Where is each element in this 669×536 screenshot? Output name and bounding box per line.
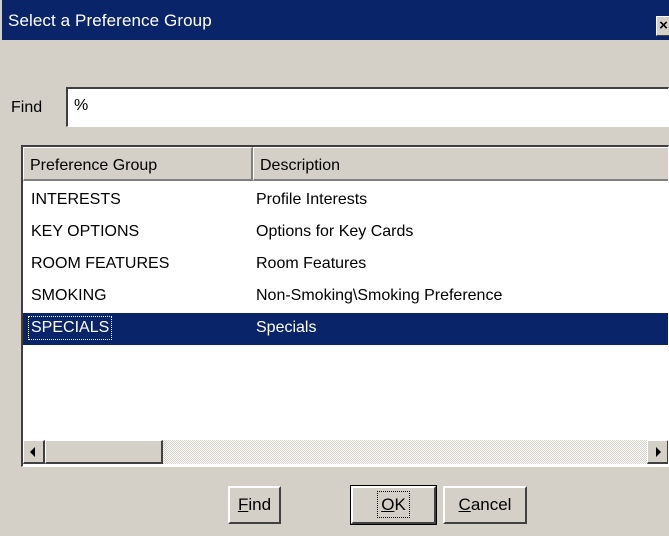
find-input[interactable]: % [66, 87, 669, 127]
column-header-description[interactable]: Description [253, 147, 668, 181]
column-header-preference-group[interactable]: Preference Group [23, 147, 253, 181]
arrow-right-icon [656, 447, 661, 457]
preference-group-table[interactable]: Preference Group Description INTERESTS P… [21, 145, 669, 467]
close-icon: × [659, 17, 668, 34]
scroll-right-button[interactable] [647, 440, 668, 464]
cancel-button-label: ancel [470, 495, 512, 514]
cell-preference-group: ROOM FEATURES [31, 255, 170, 272]
title-bar[interactable]: Select a Preference Group × [2, 0, 669, 40]
cell-preference-group: SMOKING [31, 287, 107, 304]
scroll-left-button[interactable] [23, 440, 45, 464]
cell-description: Room Features [256, 255, 367, 272]
find-button-label: ind [248, 495, 272, 514]
ok-button-focus: OK [377, 491, 410, 518]
close-button[interactable]: × [656, 16, 669, 36]
ok-button-label: K [394, 495, 406, 514]
window-title: Select a Preference Group [8, 11, 212, 30]
cancel-button[interactable]: Cancel [443, 486, 527, 524]
cancel-button-mnemonic: C [458, 495, 471, 514]
cell-description: Specials [256, 319, 317, 336]
table-row[interactable]: ROOM FEATURES Room Features [23, 249, 668, 281]
cell-preference-group: SPECIALS [27, 316, 113, 340]
cell-description: Options for Key Cards [256, 223, 414, 240]
arrow-left-icon [30, 447, 35, 457]
horizontal-scrollbar[interactable] [23, 440, 668, 464]
cell-description: Profile Interests [256, 191, 368, 208]
find-button-mnemonic: F [237, 495, 249, 514]
cell-description: Non-Smoking\Smoking Preference [256, 287, 503, 304]
table-row[interactable]: INTERESTS Profile Interests [23, 185, 668, 217]
table-body: INTERESTS Profile Interests KEY OPTIONS … [23, 185, 668, 345]
find-label: Find [11, 99, 43, 116]
table-row-selected[interactable]: SPECIALS Specials [23, 313, 668, 345]
table-header: Preference Group Description [23, 147, 668, 181]
cell-preference-group: INTERESTS [31, 191, 121, 208]
find-button[interactable]: Find [228, 486, 281, 524]
scrollbar-thumb[interactable] [45, 440, 163, 464]
table-row[interactable]: SMOKING Non-Smoking\Smoking Preference [23, 281, 668, 313]
ok-button-mnemonic: O [381, 495, 395, 514]
table-row[interactable]: KEY OPTIONS Options for Key Cards [23, 217, 668, 249]
preference-group-dialog: Select a Preference Group × Find % Prefe… [0, 0, 669, 536]
ok-button[interactable]: OK [350, 485, 437, 525]
cell-preference-group: KEY OPTIONS [31, 223, 140, 240]
